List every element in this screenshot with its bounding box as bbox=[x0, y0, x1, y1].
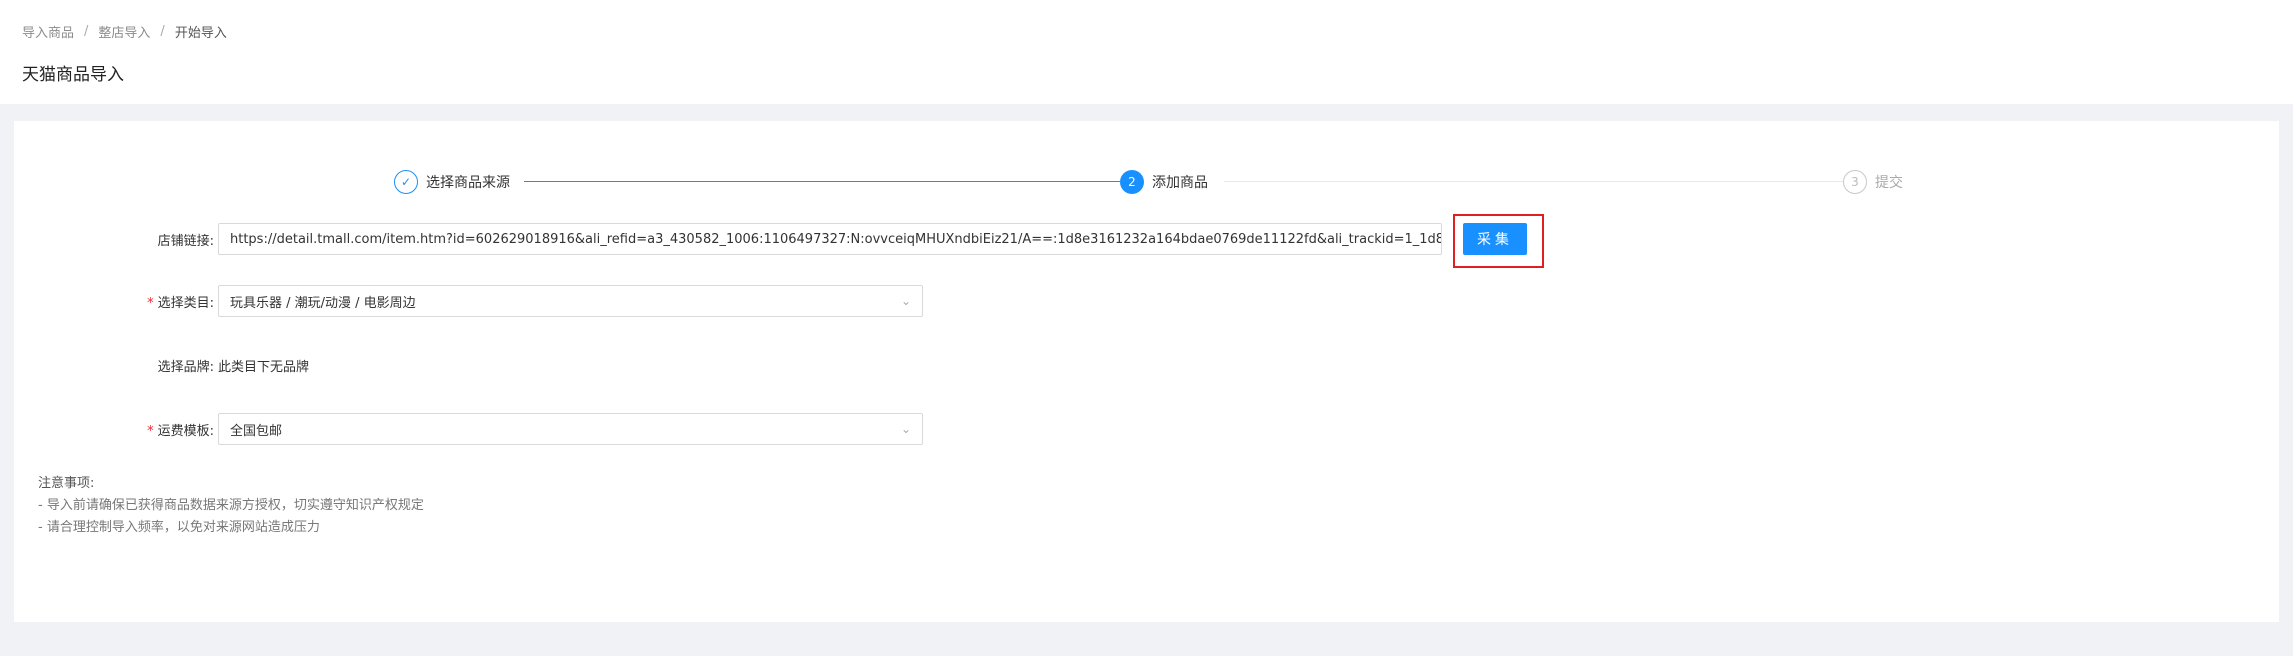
check-icon: ✓ bbox=[394, 170, 418, 194]
breadcrumb-item-shop-import[interactable]: 整店导入 bbox=[98, 22, 150, 41]
required-mark: * bbox=[147, 295, 154, 311]
breadcrumb-item-start-import: 开始导入 bbox=[174, 26, 227, 41]
breadcrumb-separator: / bbox=[84, 24, 89, 39]
step-number: 3 bbox=[1843, 170, 1867, 194]
breadcrumb: 导入商品 / 整店导入 / 开始导入 bbox=[22, 22, 227, 41]
required-mark: * bbox=[147, 423, 154, 439]
breadcrumb-separator: / bbox=[160, 24, 165, 39]
step-label: 添加商品 bbox=[1152, 175, 1208, 191]
shop-link-row: 店铺链接: https://detail.tmall.com/item.htm?… bbox=[14, 223, 1442, 255]
shipping-value: 全国包邮 bbox=[230, 423, 283, 439]
step-label: 选择商品来源 bbox=[426, 175, 510, 191]
step-select-source: ✓ 选择商品来源 bbox=[394, 170, 510, 194]
shop-link-input[interactable]: https://detail.tmall.com/item.htm?id=602… bbox=[218, 223, 1442, 255]
step-connector bbox=[1224, 181, 1844, 182]
note-item: - 请合理控制导入频率，以免对来源网站造成压力 bbox=[38, 520, 320, 535]
chevron-down-icon: ⌄ bbox=[900, 422, 911, 436]
import-card: ✓ 选择商品来源 2 添加商品 3 提交 店铺链接: https://detai… bbox=[14, 121, 2279, 622]
brand-row: 选择品牌: 此类目下无品牌 bbox=[14, 349, 309, 381]
category-label: * 选择类目: bbox=[147, 295, 214, 311]
step-connector bbox=[524, 181, 1120, 182]
page-header: 导入商品 / 整店导入 / 开始导入 天猫商品导入 bbox=[0, 0, 2293, 104]
step-label: 提交 bbox=[1875, 175, 1903, 191]
notes-title: 注意事项: bbox=[38, 476, 95, 491]
page-title: 天猫商品导入 bbox=[22, 65, 124, 85]
chevron-down-icon: ⌄ bbox=[900, 294, 911, 308]
shipping-select[interactable]: 全国包邮 ⌄ bbox=[218, 413, 923, 445]
shipping-label: * 运费模板: bbox=[147, 423, 214, 439]
note-item: - 导入前请确保已获得商品数据来源方授权，切实遵守知识产权规定 bbox=[38, 498, 424, 513]
breadcrumb-item-import-goods[interactable]: 导入商品 bbox=[22, 22, 74, 41]
brand-value: 此类目下无品牌 bbox=[218, 359, 310, 375]
category-value: 玩具乐器 / 潮玩/动漫 / 电影周边 bbox=[230, 295, 416, 311]
category-select[interactable]: 玩具乐器 / 潮玩/动漫 / 电影周边 ⌄ bbox=[218, 285, 923, 317]
shipping-row: * 运费模板: 全国包邮 ⌄ bbox=[14, 413, 923, 445]
step-submit: 3 提交 bbox=[1843, 170, 1903, 194]
notes: 注意事项: - 导入前请确保已获得商品数据来源方授权，切实遵守知识产权规定 - … bbox=[38, 473, 424, 539]
step-add-goods: 2 添加商品 bbox=[1120, 170, 1208, 194]
category-row: * 选择类目: 玩具乐器 / 潮玩/动漫 / 电影周边 ⌄ bbox=[14, 285, 923, 317]
shop-link-label: 店铺链接: bbox=[157, 233, 214, 249]
brand-label: 选择品牌: bbox=[157, 359, 214, 375]
collect-button[interactable]: 采集 bbox=[1463, 223, 1527, 255]
step-number: 2 bbox=[1120, 170, 1144, 194]
